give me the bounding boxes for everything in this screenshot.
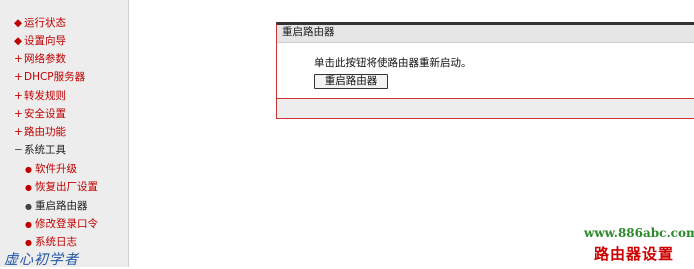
sidebar-item-security[interactable]: +安全设置 [14, 107, 66, 121]
sidebar-item-label: 设置向导 [24, 35, 66, 47]
bullet-icon: ● [25, 220, 32, 229]
bullet-icon: ◆ [14, 17, 23, 29]
panel-title: 重启路由器 [277, 25, 694, 43]
bullet-icon: ● [25, 238, 32, 247]
sidebar-item-wizard[interactable]: ◆ 设置向导 [14, 34, 66, 48]
sidebar-subitem-change-password[interactable]: ● 修改登录口令 [25, 217, 98, 232]
sidebar-subitem-label: 恢复出厂设置 [35, 181, 98, 193]
sidebar-nav: ◆ 运行状态 ◆ 设置向导 +网络参数 +DHCP服务器 +转发规则 +安全设置 +… [0, 0, 129, 267]
sidebar-subitem-system-log[interactable]: ● 系统日志 [25, 235, 77, 250]
sidebar-subitem-label: 修改登录口令 [35, 218, 98, 230]
sidebar-subitem-label: 软件升级 [35, 163, 77, 175]
plus-icon: + [14, 71, 23, 83]
bullet-icon: ◆ [14, 35, 23, 47]
watermark-url: www.886abc.com [584, 226, 694, 240]
sidebar-subitem-label: 系统日志 [35, 236, 77, 248]
reboot-description: 单击此按钮将使路由器重新启动。 [314, 57, 472, 69]
sidebar-subitem-factory-reset[interactable]: ● 恢复出厂设置 [25, 180, 98, 195]
bullet-icon: ● [25, 183, 32, 192]
sidebar-item-dhcp[interactable]: +DHCP服务器 [14, 70, 85, 84]
reboot-panel: 重启路由器 单击此按钮将使路由器重新启动。 重启路由器 [276, 22, 694, 119]
sidebar-item-label: 运行状态 [24, 17, 66, 29]
sidebar-item-label: 转发规则 [24, 90, 66, 102]
plus-icon: + [14, 53, 23, 65]
minus-icon: − [14, 144, 23, 156]
sidebar-item-routing[interactable]: +路由功能 [14, 125, 66, 139]
sidebar-subitem-firmware-upgrade[interactable]: ● 软件升级 [25, 162, 77, 177]
sidebar-subitem-label: 重启路由器 [35, 200, 88, 212]
sidebar-subitem-reboot[interactable]: ● 重启路由器 [25, 199, 88, 214]
bullet-icon: ● [25, 202, 32, 211]
sidebar-item-label: 路由功能 [24, 126, 66, 138]
plus-icon: + [14, 126, 23, 138]
sidebar-item-label: DHCP服务器 [24, 71, 86, 83]
sidebar-item-system-tools[interactable]: −系统工具 [14, 143, 66, 157]
sidebar-item-label: 系统工具 [24, 144, 66, 156]
sidebar-item-status[interactable]: ◆ 运行状态 [14, 16, 66, 30]
panel-footer [277, 99, 694, 118]
watermark-left: 虚心初学者 [4, 252, 79, 268]
plus-icon: + [14, 108, 23, 120]
sidebar-item-network[interactable]: +网络参数 [14, 52, 66, 66]
bullet-icon: ● [25, 165, 32, 174]
sidebar-item-label: 网络参数 [24, 53, 66, 65]
sidebar-item-forwarding[interactable]: +转发规则 [14, 89, 66, 103]
watermark-brand: 路由器设置 [594, 245, 675, 263]
reboot-button[interactable]: 重启路由器 [314, 74, 388, 89]
sidebar-item-label: 安全设置 [24, 108, 66, 120]
plus-icon: + [14, 90, 23, 102]
panel-body: 单击此按钮将使路由器重新启动。 重启路由器 [277, 43, 694, 98]
